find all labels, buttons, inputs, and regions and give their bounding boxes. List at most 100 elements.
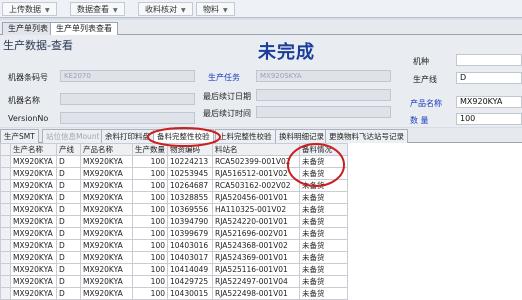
- table-cell: MX920KYA: [80, 215, 133, 228]
- table-row[interactable]: MX920KYA D MX920KYA 100 10403017 RJA524369-00…: [0, 251, 348, 264]
- table-row[interactable]: MX920KYA D MX920KYA 100 10224213 RCA502399-00…: [0, 155, 348, 168]
- column-header[interactable]: 产线: [56, 143, 81, 156]
- tab-leftover-print[interactable]: 余料打印料盘: [101, 129, 154, 143]
- table-cell: 10328855: [167, 191, 213, 204]
- line-field[interactable]: D: [456, 72, 522, 84]
- detail-tab-strip: 生产SMT 站位信息Mount 余料打印料盘 备料完整性校验 上料完整性校验 换…: [0, 128, 522, 143]
- table-row[interactable]: MX920KYA D MX920KYA 100 10264687 RCA503162-00…: [0, 179, 348, 192]
- table-cell: 未备货: [299, 179, 348, 192]
- tab-production-list-view[interactable]: 生产单列表查看: [50, 22, 118, 35]
- row-header[interactable]: [0, 203, 11, 216]
- task-field[interactable]: MX920SKYA: [256, 70, 391, 82]
- tab-prep-check[interactable]: 备料完整性校验: [153, 129, 214, 143]
- chevron-down-icon: ▼: [45, 7, 50, 14]
- table-row[interactable]: MX920KYA D MX920KYA 100 10403016 RJA524368-00…: [0, 239, 348, 252]
- row-header[interactable]: [0, 215, 11, 228]
- table-cell: MX920KYA: [10, 179, 57, 192]
- table-cell: D: [56, 215, 81, 228]
- table-row[interactable]: MX920KYA D MX920KYA 100 10399679 RJA521696-00…: [0, 227, 348, 240]
- column-header[interactable]: 产品名称: [80, 143, 133, 156]
- chevron-down-icon: ▼: [181, 7, 186, 14]
- table-cell: D: [56, 203, 81, 216]
- version-no-label: VersionNo: [8, 114, 49, 123]
- row-header[interactable]: [0, 191, 11, 204]
- machine-no-field[interactable]: KE2070: [60, 70, 195, 82]
- column-header[interactable]: 生产名称: [10, 143, 57, 156]
- last-check-time-label: 最后续订时间: [203, 109, 251, 118]
- table-cell: MX920KYA: [80, 227, 133, 240]
- machine-name-field[interactable]: [60, 93, 195, 105]
- table-cell: 10403016: [167, 239, 213, 252]
- row-header[interactable]: [0, 179, 11, 192]
- table-cell: RJA522498-001V01: [212, 287, 300, 300]
- table-cell: D: [56, 167, 81, 180]
- menu-view-data-label: 数据查看: [77, 5, 109, 14]
- version-no-field[interactable]: [60, 112, 195, 124]
- row-header[interactable]: [0, 263, 11, 276]
- menu-upload-data-label: 上传数据: [9, 5, 41, 14]
- table-cell: D: [56, 179, 81, 192]
- chevron-down-icon: ▼: [113, 7, 118, 14]
- table-cell: MX920KYA: [80, 239, 133, 252]
- column-header[interactable]: 物资编码: [167, 143, 213, 156]
- table-cell: 10403017: [167, 251, 213, 264]
- tab-load-check[interactable]: 上料完整性校验: [215, 129, 276, 143]
- tab-smt[interactable]: 生产SMT: [0, 129, 39, 143]
- table-cell: RJA522497-001V04: [212, 275, 300, 288]
- menu-view-data[interactable]: 数据查看 ▼: [70, 2, 125, 16]
- tab-change-detail[interactable]: 换料明细记录: [275, 129, 328, 143]
- row-header[interactable]: [0, 167, 11, 180]
- row-header[interactable]: [0, 251, 11, 264]
- product-name-field[interactable]: MX920KYA: [456, 96, 522, 108]
- table-row[interactable]: MX920KYA D MX920KYA 100 10369556 HA110325-001…: [0, 203, 348, 216]
- table-row[interactable]: MX920KYA D MX920KYA 100 10429725 RJA522497-00…: [0, 275, 348, 288]
- table-row[interactable]: MX920KYA D MX920KYA 100 10328855 RJA520456-00…: [0, 191, 348, 204]
- menu-material[interactable]: 物料 ▼: [196, 2, 235, 16]
- row-header[interactable]: [0, 287, 11, 300]
- table-cell: 100: [132, 287, 168, 300]
- table-cell: RCA502399-001V02: [212, 155, 300, 168]
- table-cell: D: [56, 227, 81, 240]
- table-row[interactable]: MX920KYA D MX920KYA 100 10253945 RJA516512-00…: [0, 167, 348, 180]
- table-cell: MX920KYA: [80, 275, 133, 288]
- table-cell: RCA503162-002V02: [212, 179, 300, 192]
- table-cell: 100: [132, 191, 168, 204]
- table-row[interactable]: MX920KYA D MX920KYA 100 10430015 RJA522498-00…: [0, 287, 348, 300]
- line-label: 生产线: [413, 75, 437, 84]
- table-cell: MX920KYA: [10, 263, 57, 276]
- table-cell: 10264687: [167, 179, 213, 192]
- column-header[interactable]: 备料情况: [299, 143, 348, 156]
- table-cell: 100: [132, 155, 168, 168]
- row-header[interactable]: [0, 227, 11, 240]
- row-header[interactable]: [0, 155, 11, 168]
- table-cell: 10224213: [167, 155, 213, 168]
- table-cell: 10253945: [167, 167, 213, 180]
- table-row[interactable]: MX920KYA D MX920KYA 100 10414049 RJA525116-00…: [0, 263, 348, 276]
- row-header[interactable]: [0, 275, 11, 288]
- table-cell: 100: [132, 203, 168, 216]
- tab-production-list[interactable]: 生产单列表: [2, 22, 54, 35]
- last-check-date-field[interactable]: [256, 89, 391, 101]
- last-check-time-field[interactable]: [256, 106, 391, 118]
- table-cell: 10430015: [167, 287, 213, 300]
- table-cell: RJA521696-002V01: [212, 227, 300, 240]
- row-header[interactable]: [0, 239, 11, 252]
- menu-receive-check[interactable]: 收料核对 ▼: [138, 2, 193, 16]
- table-cell: RJA525116-001V01: [212, 263, 300, 276]
- page-title: 生产数据-查看: [3, 39, 73, 52]
- table-cell: D: [56, 251, 81, 264]
- table-cell: 未备货: [299, 191, 348, 204]
- tab-mount-info[interactable]: 站位信息Mount: [42, 129, 104, 143]
- prep-check-table: 生产名称 产线 产品名称 生产数量 物资编码 料站名 备料情况 MX920KYA…: [0, 143, 348, 300]
- machine-name-label: 机器名称: [8, 96, 40, 105]
- table-cell: MX920KYA: [80, 287, 133, 300]
- completion-status: 未完成: [258, 42, 315, 63]
- column-header[interactable]: 料站名: [212, 143, 300, 156]
- table-cell: D: [56, 263, 81, 276]
- tab-feeder-change[interactable]: 更换物料飞达站号记录: [325, 129, 408, 143]
- column-header[interactable]: 生产数量: [132, 143, 168, 156]
- model-field[interactable]: [456, 54, 522, 66]
- table-row[interactable]: MX920KYA D MX920KYA 100 10394790 RJA524220-00…: [0, 215, 348, 228]
- menu-upload-data[interactable]: 上传数据 ▼: [2, 2, 57, 16]
- quantity-field[interactable]: 100: [456, 113, 522, 125]
